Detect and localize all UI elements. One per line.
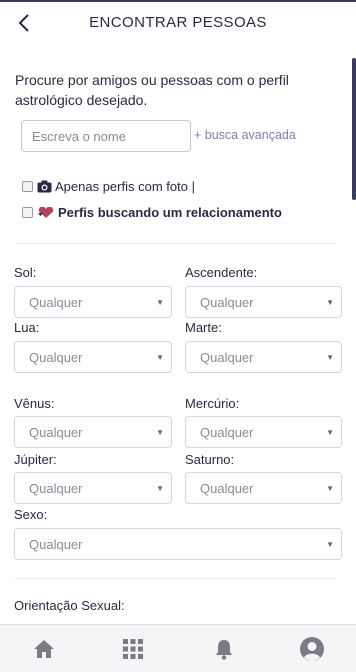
venus-label: Vênus: [14,396,55,411]
heart-icon [37,206,55,219]
bell-icon [216,639,232,660]
profile-icon [300,637,324,661]
lua-select[interactable]: Qualquer ▼ [14,341,172,373]
caret-down-icon: ▼ [156,428,164,437]
jupiter-select[interactable]: Qualquer ▼ [14,472,172,504]
divider [15,243,336,244]
ascendente-label: Ascendente: [185,265,258,280]
sexo-label: Sexo: [14,507,48,522]
ascendente-value: Qualquer [200,295,254,310]
saturno-select[interactable]: Qualquer ▼ [185,472,342,504]
nav-profile[interactable] [282,625,342,672]
nav-home[interactable] [14,625,74,672]
nav-grid[interactable] [103,625,163,672]
venus-value: Qualquer [29,425,83,440]
caret-down-icon: ▼ [156,353,164,362]
mercurio-value: Qualquer [200,425,254,440]
sexo-select[interactable]: Qualquer ▼ [14,528,342,560]
sol-select[interactable]: Qualquer ▼ [14,286,172,318]
advanced-search-link[interactable]: + busca avançada [194,128,296,142]
relationship-checkbox[interactable] [22,207,33,218]
saturno-value: Qualquer [200,481,254,496]
caret-down-icon: ▼ [326,484,334,493]
nav-notifications[interactable] [194,625,254,672]
lua-label: Lua: [14,320,40,335]
jupiter-value: Qualquer [29,481,83,496]
relationship-filter: Perfis buscando um relacionamento [22,205,282,220]
grid-icon [123,639,143,659]
photo-only-filter: Apenas perfis com foto | [22,179,195,194]
header: ENCONTRAR PESSOAS [0,2,356,44]
sol-value: Qualquer [29,295,83,310]
marte-select[interactable]: Qualquer ▼ [185,341,342,373]
saturno-label: Saturno: [185,452,235,467]
scrollbar[interactable] [352,58,356,200]
caret-down-icon: ▼ [326,353,334,362]
jupiter-label: Júpiter: [14,452,57,467]
marte-value: Qualquer [200,350,254,365]
mercurio-select[interactable]: Qualquer ▼ [185,416,342,448]
caret-down-icon: ▼ [156,484,164,493]
caret-down-icon: ▼ [326,540,334,549]
caret-down-icon: ▼ [326,428,334,437]
relationship-label: Perfis buscando um relacionamento [58,205,282,220]
bottom-nav [0,624,356,672]
ascendente-select[interactable]: Qualquer ▼ [185,286,342,318]
orientation-label: Orientação Sexual: [14,598,125,613]
mercurio-label: Mercúrio: [185,396,240,411]
sexo-value: Qualquer [29,537,83,552]
intro-text: Procure por amigos ou pessoas com o perf… [15,72,289,108]
lua-value: Qualquer [29,350,83,365]
camera-icon [37,180,52,193]
sol-label: Sol: [14,265,37,280]
divider [15,578,336,579]
home-icon [34,640,54,658]
caret-down-icon: ▼ [326,298,334,307]
page-title: ENCONTRAR PESSOAS [89,14,267,31]
photo-only-label: Apenas perfis com foto | [55,179,195,194]
venus-select[interactable]: Qualquer ▼ [14,416,172,448]
name-search-input[interactable] [21,120,191,152]
caret-down-icon: ▼ [156,298,164,307]
marte-label: Marte: [185,320,222,335]
photo-only-checkbox[interactable] [22,181,33,192]
